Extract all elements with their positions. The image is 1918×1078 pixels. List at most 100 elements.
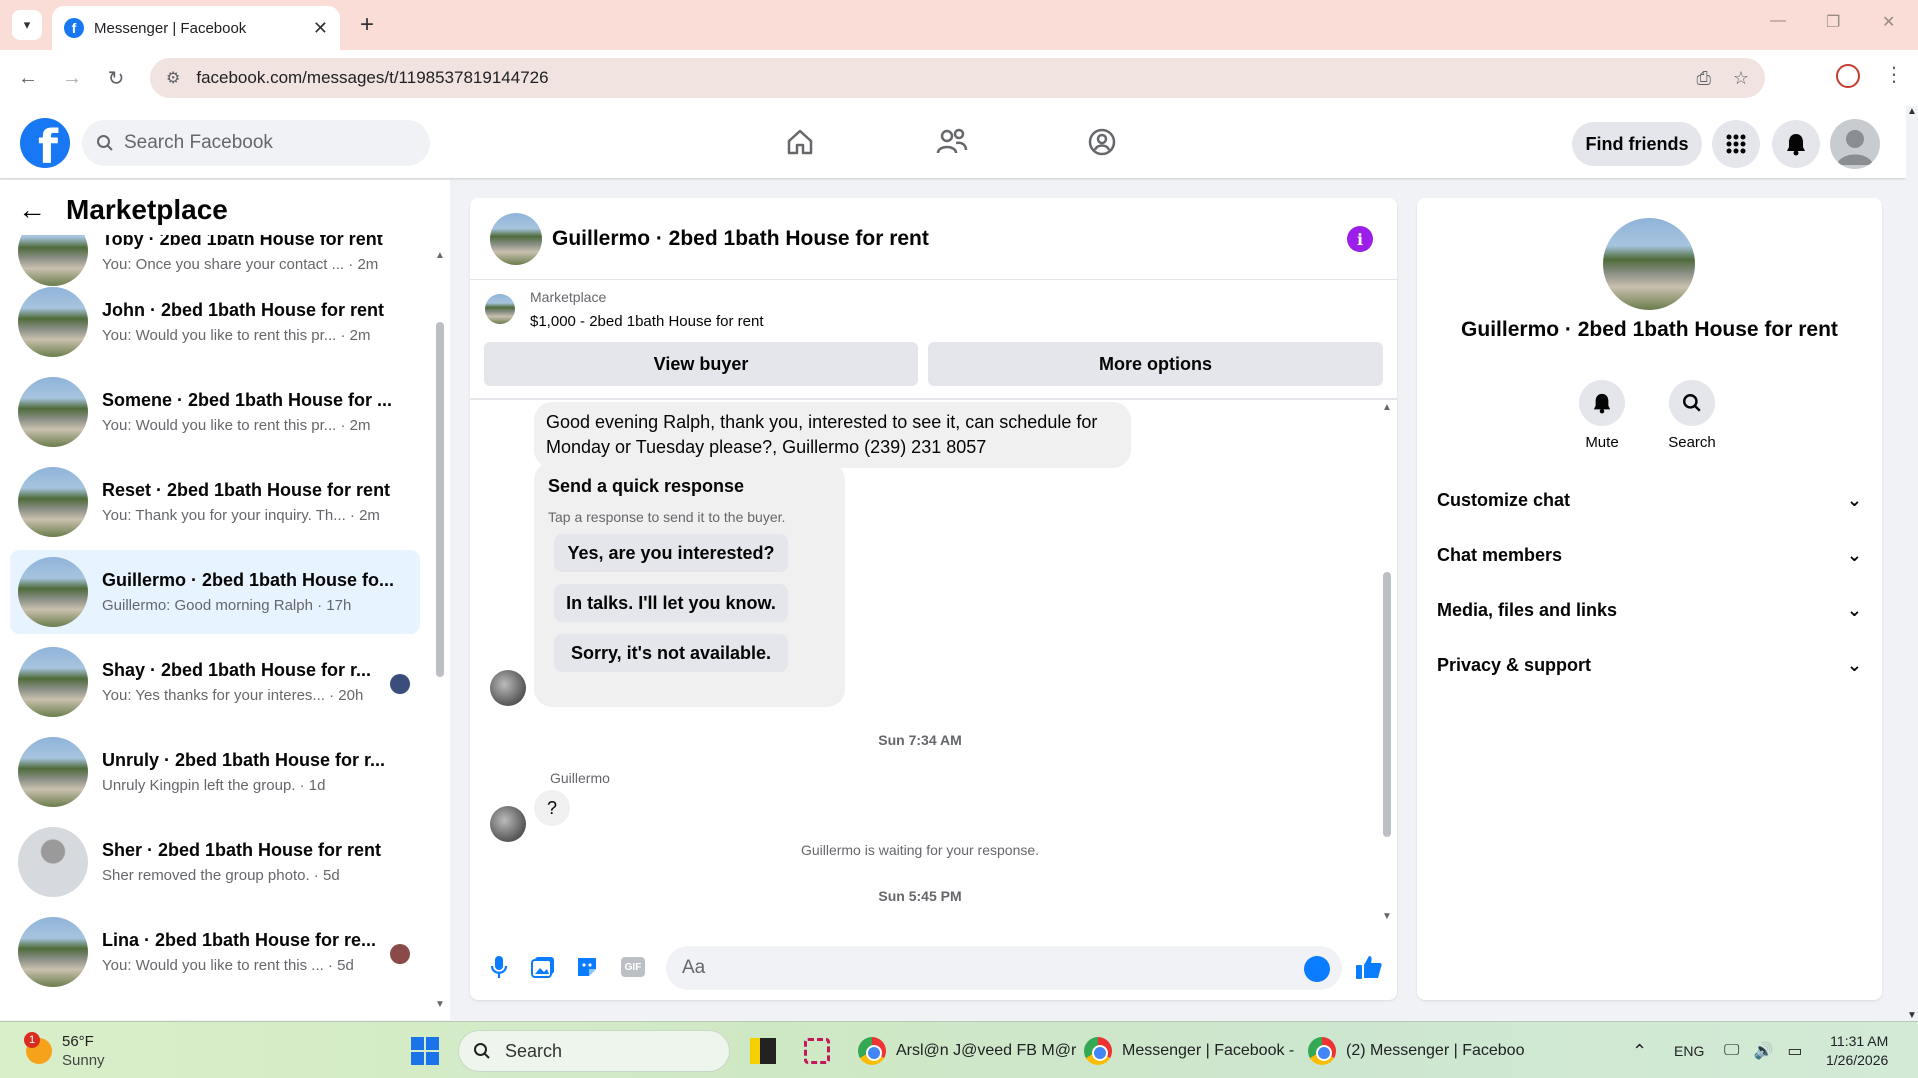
message-bubble[interactable]: ? xyxy=(534,790,570,826)
conversation-time: 5d xyxy=(322,867,340,884)
friends-icon[interactable] xyxy=(930,122,974,162)
conversation-time: 2m xyxy=(349,327,371,344)
conversation-text: Guillermo · 2bed 1bath House fo... Guille… xyxy=(102,570,402,614)
profile-picture[interactable] xyxy=(1603,218,1695,310)
site-info-icon[interactable]: ⚙ xyxy=(166,68,180,88)
chat-title[interactable]: Guillermo · 2bed 1bath House for rent xyxy=(552,227,929,251)
info-icon[interactable]: i xyxy=(1347,226,1373,252)
account-avatar[interactable] xyxy=(1830,119,1880,169)
close-window-icon[interactable]: ✕ xyxy=(1882,12,1895,32)
quick-reply-button[interactable]: Sorry, it's not available. xyxy=(554,634,788,672)
separator-dot: · xyxy=(336,417,350,434)
quick-reply-button[interactable]: In talks. I'll let you know. xyxy=(554,584,788,622)
sidebar-scrollbar[interactable]: ▲ ▼ xyxy=(434,250,446,1010)
conversation-text: Toby · 2bed 1bath House for rent You: Onc… xyxy=(102,235,402,273)
mute-button[interactable]: Mute xyxy=(1567,380,1637,451)
facebook-logo-icon[interactable]: f xyxy=(20,118,70,168)
quick-reply-button[interactable]: Yes, are you interested? xyxy=(554,534,788,572)
home-icon[interactable] xyxy=(778,122,822,162)
minimize-icon[interactable]: — xyxy=(1770,12,1786,30)
taskbar-app-chrome-1[interactable]: Arsl@n J@veed FB M@r xyxy=(858,1030,1076,1072)
photo-icon[interactable] xyxy=(528,952,558,982)
close-tab-icon[interactable]: ✕ xyxy=(313,18,328,39)
chevron-down-icon: ⌄ xyxy=(1846,544,1862,565)
sticky-notes-icon[interactable] xyxy=(750,1030,776,1072)
conversation-name: Somene · 2bed 1bath House for ... xyxy=(102,390,393,410)
page-scrollbar[interactable]: ▲ ▼ xyxy=(1906,106,1918,1021)
privacy-support-row[interactable]: Privacy & support ⌄ xyxy=(1437,645,1862,685)
sender-avatar[interactable] xyxy=(490,670,526,706)
conversation-item[interactable]: Guillermo · 2bed 1bath House fo... Guille… xyxy=(10,550,420,634)
show-hidden-icons[interactable]: ⌃ xyxy=(1632,1030,1647,1072)
separator-dot: · xyxy=(344,256,358,273)
install-app-icon[interactable]: ⎙ xyxy=(1696,68,1710,89)
conversation-name: Shay · 2bed 1bath House for r... xyxy=(102,660,372,680)
forward-button[interactable]: → xyxy=(56,62,88,94)
message-thread: Good evening Ralph, thank you, intereste… xyxy=(470,402,1397,928)
taskbar-search-label: Search xyxy=(505,1040,563,1061)
message-bubble[interactable]: Good evening Ralph, thank you, intereste… xyxy=(534,402,1131,468)
chat-avatar[interactable] xyxy=(490,212,542,265)
clock[interactable]: 11:31 AM 1/26/2026 xyxy=(1826,1030,1888,1072)
facebook-search-input[interactable]: Search Facebook xyxy=(82,120,430,166)
search-conversation-button[interactable]: Search xyxy=(1657,380,1727,451)
bookmark-star-icon[interactable]: ☆ xyxy=(1733,68,1749,89)
conversation-time: 17h xyxy=(326,597,352,614)
back-arrow-icon[interactable]: ← xyxy=(18,194,46,226)
microphone-icon[interactable] xyxy=(484,952,514,982)
conversation-item[interactable]: Shay · 2bed 1bath House for r... You: Yes… xyxy=(10,640,420,724)
browser-tab[interactable]: f Messenger | Facebook ✕ xyxy=(52,6,340,50)
conversation-time: 2m xyxy=(349,417,371,434)
conversation-preview: Sher removed the group photo. · 5d xyxy=(102,867,402,884)
weather-desc: Sunny xyxy=(62,1052,105,1069)
mute-label: Mute xyxy=(1585,434,1619,451)
message-input[interactable]: Aa xyxy=(666,946,1342,990)
sender-avatar[interactable] xyxy=(490,806,526,842)
conversation-preview-text: You: Thank you for your inquiry. Th... xyxy=(102,507,346,524)
customize-chat-row[interactable]: Customize chat ⌄ xyxy=(1437,480,1862,520)
gif-icon[interactable]: GIF xyxy=(618,952,648,982)
conversation-item[interactable]: John · 2bed 1bath House for rent You: Wou… xyxy=(10,280,420,364)
profile-icon[interactable] xyxy=(1836,64,1860,88)
taskbar-search[interactable]: Search xyxy=(458,1030,730,1072)
system-tray[interactable]: 🖵 🔊 ▭ xyxy=(1724,1030,1802,1072)
new-tab-button[interactable]: + xyxy=(352,10,382,40)
media-files-links-row[interactable]: Media, files and links ⌄ xyxy=(1437,590,1862,630)
conversation-item[interactable]: Somene · 2bed 1bath House for ... You: Wo… xyxy=(10,370,420,454)
url-bar[interactable]: ⚙ facebook.com/messages/t/11985378191447… xyxy=(150,58,1765,98)
chat-scrollbar[interactable]: ▲ ▼ xyxy=(1381,402,1393,922)
emoji-icon[interactable] xyxy=(1304,956,1330,982)
start-button[interactable] xyxy=(410,1030,440,1072)
restore-icon[interactable]: ❐ xyxy=(1826,12,1840,32)
conversation-avatar xyxy=(18,467,88,537)
conversation-item[interactable]: Sher · 2bed 1bath House for rent Sher rem… xyxy=(10,820,420,904)
chrome-icon xyxy=(858,1037,886,1065)
conversation-item[interactable]: Lina · 2bed 1bath House for re... You: Wo… xyxy=(10,910,420,994)
view-buyer-button[interactable]: View buyer xyxy=(484,342,918,386)
chat-members-row[interactable]: Chat members ⌄ xyxy=(1437,535,1862,575)
groups-icon[interactable] xyxy=(1080,122,1124,162)
conversation-text: Lina · 2bed 1bath House for re... You: Wo… xyxy=(102,930,402,974)
listing-banner: Marketplace $1,000 - 2bed 1bath House fo… xyxy=(470,280,1397,400)
conversation-item[interactable]: Unruly · 2bed 1bath House for r... Unruly… xyxy=(10,730,420,814)
conversation-preview-text: You: Would you like to rent this ... xyxy=(102,957,324,974)
snipping-tool-icon[interactable] xyxy=(804,1030,830,1072)
weather-widget[interactable]: 1 56°F Sunny xyxy=(24,1030,105,1072)
menu-grid-icon[interactable] xyxy=(1712,120,1760,168)
language-indicator[interactable]: ENG xyxy=(1674,1030,1704,1072)
notifications-bell-icon[interactable] xyxy=(1772,120,1820,168)
like-thumb-icon[interactable] xyxy=(1354,952,1384,982)
menu-dots-icon[interactable]: ⋮ xyxy=(1884,62,1904,87)
taskbar-app-chrome-3[interactable]: (2) Messenger | Faceboo xyxy=(1308,1030,1524,1072)
search-icon xyxy=(1669,380,1715,426)
conversation-item[interactable]: Reset · 2bed 1bath House for rent You: Th… xyxy=(10,460,420,544)
listing-thumbnail[interactable] xyxy=(485,294,515,324)
listing-title[interactable]: $1,000 - 2bed 1bath House for rent xyxy=(530,313,764,330)
back-button[interactable]: ← xyxy=(12,62,44,94)
more-options-button[interactable]: More options xyxy=(928,342,1383,386)
reload-button[interactable]: ↻ xyxy=(100,62,132,94)
sticker-icon[interactable] xyxy=(572,952,602,982)
tab-search-button[interactable]: ▾ xyxy=(12,10,42,40)
taskbar-app-chrome-2[interactable]: Messenger | Facebook - xyxy=(1084,1030,1294,1072)
find-friends-button[interactable]: Find friends xyxy=(1572,122,1702,166)
